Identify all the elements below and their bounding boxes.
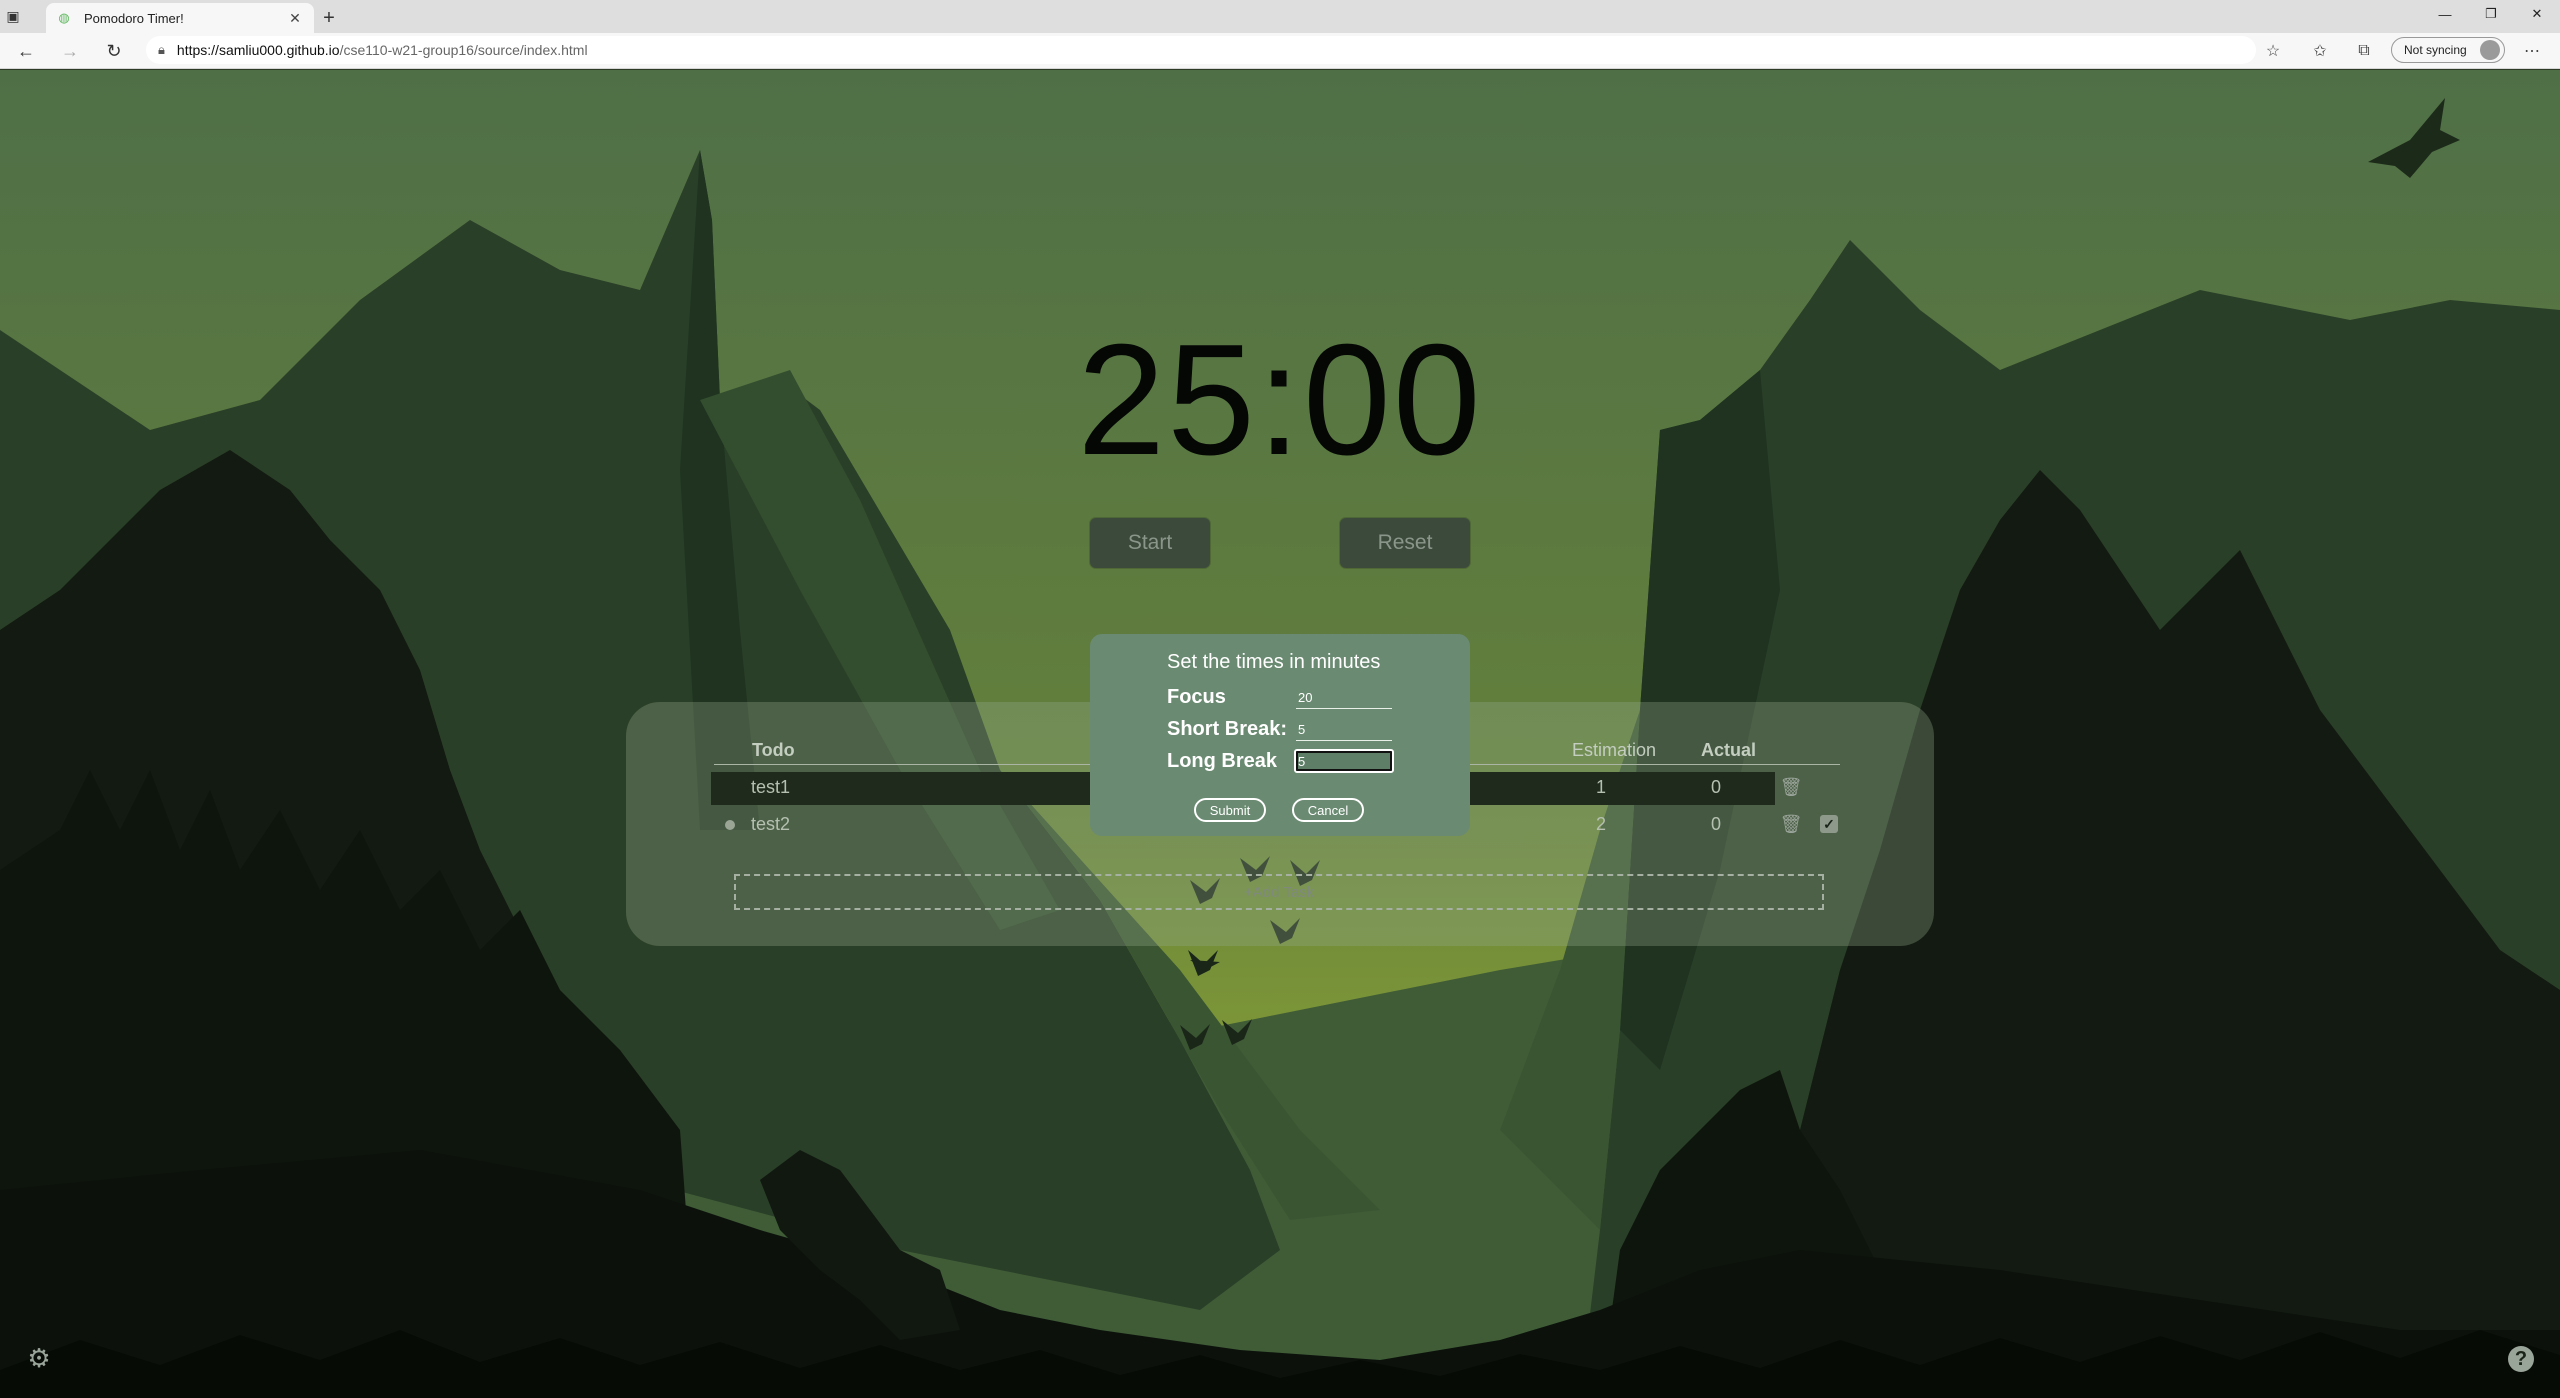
close-icon[interactable]: ✕ [286, 10, 304, 27]
trash-icon[interactable]: 🗑︎ [1780, 776, 1803, 798]
minimize-icon[interactable]: — [2422, 0, 2468, 28]
submit-button[interactable]: Submit [1194, 798, 1266, 822]
task-estimation: 2 [1596, 814, 1607, 834]
restore-icon[interactable]: ❐ [2468, 0, 2514, 28]
task-complete-checkbox[interactable]: ✓ [1820, 815, 1838, 833]
refresh-icon[interactable]: ↻ [102, 39, 126, 63]
tomato-icon: ◍ [58, 10, 70, 25]
modal-title: Set the times in minutes [1167, 651, 1381, 673]
focus-label: Focus [1167, 686, 1226, 708]
window-controls: — ❐ ✕ [2422, 0, 2560, 28]
help-icon[interactable]: ? [2508, 1346, 2534, 1372]
page-content: 25:00 Start Reset Todo Estimation Actual… [0, 70, 2560, 1398]
reset-button[interactable]: Reset [1340, 518, 1470, 568]
task-name: test2 [751, 814, 791, 834]
plus-icon[interactable]: + [314, 3, 344, 33]
short-break-label: Short Break: [1167, 718, 1288, 740]
estimation-header: Estimation [1572, 740, 1657, 760]
timer-display: 25:00 [1077, 312, 1483, 488]
browser-tab-bar: ▣ ◍ Pomodoro Timer! ✕ + — ❐ ✕ [0, 0, 2560, 33]
gear-icon[interactable]: ⚙ [25, 1343, 53, 1373]
task-actual: 0 [1711, 814, 1722, 834]
settings-modal: Set the times in minutes Focus Short Bre… [1090, 634, 1470, 836]
favorites-icon[interactable]: ✩ [2308, 39, 2332, 63]
actual-header: Actual [1701, 740, 1757, 760]
avatar [2480, 40, 2500, 60]
long-break-input[interactable] [1294, 749, 1394, 773]
tab-actions-icon[interactable]: ▣ [0, 0, 26, 33]
task-estimation: 1 [1596, 777, 1607, 797]
lock-icon[interactable]: 🔒︎ [158, 42, 165, 58]
add-task-button[interactable]: +Add Task [734, 874, 1824, 910]
start-button[interactable]: Start [1090, 518, 1210, 568]
task-name: test1 [751, 777, 791, 797]
task-actual: 0 [1711, 777, 1722, 797]
close-window-icon[interactable]: ✕ [2514, 0, 2560, 28]
url-host: https://samliu000.github.io [176, 42, 340, 58]
url-field[interactable]: 🔒︎ https://samliu000.github.io/cse110-w2… [146, 36, 2256, 64]
url-path: /cse110-w21-group16/source/index.html [339, 42, 588, 58]
trash-icon[interactable]: 🗑︎ [1780, 813, 1803, 835]
task-bullet [725, 820, 735, 830]
collections-icon[interactable]: ⧉ [2352, 39, 2376, 63]
sync-label: Not syncing [2404, 43, 2467, 57]
long-break-label: Long Break [1167, 750, 1278, 772]
more-icon[interactable]: ⋯ [2520, 39, 2544, 63]
star-add-icon[interactable]: ☆ [2261, 39, 2285, 63]
back-arrow-icon[interactable]: ← [14, 39, 38, 63]
address-bar-row: ← → ↻ 🔒︎ https://samliu000.github.io/cse… [0, 33, 2560, 69]
short-break-input[interactable] [1296, 719, 1392, 741]
browser-tab[interactable]: ◍ Pomodoro Timer! ✕ [46, 3, 314, 33]
cancel-button[interactable]: Cancel [1292, 798, 1364, 822]
forward-arrow-icon[interactable]: → [58, 39, 82, 63]
profile-sync-button[interactable]: Not syncing [2391, 37, 2505, 63]
focus-input[interactable] [1296, 687, 1392, 709]
tab-title: Pomodoro Timer! [84, 10, 184, 26]
todo-header: Todo [752, 740, 795, 760]
